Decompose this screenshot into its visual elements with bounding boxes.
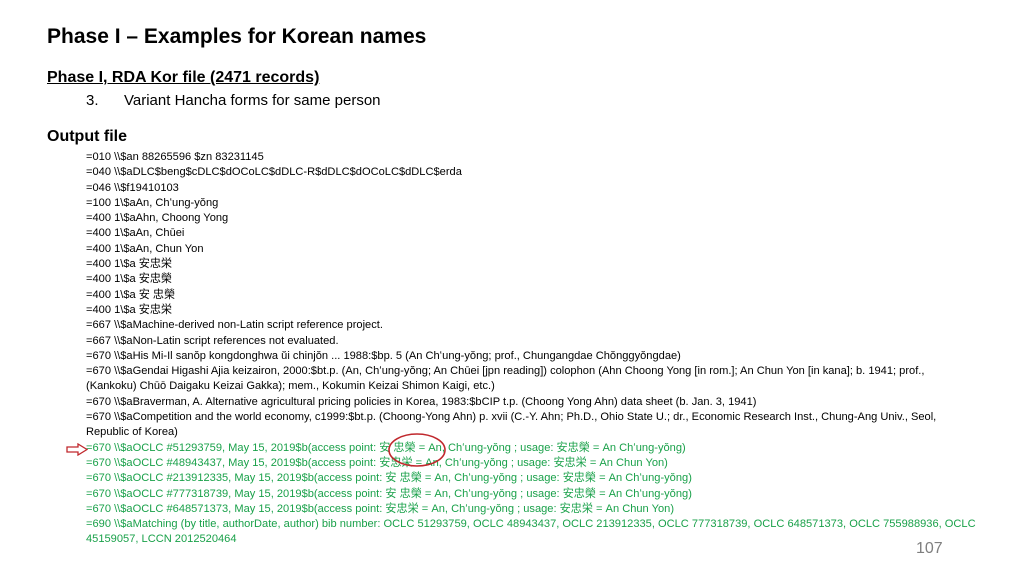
record-line: =670 \\$aBraverman, A. Alternative agric… — [86, 395, 757, 408]
record-line-highlighted: =670 \\$aOCLC #48943437, May 15, 2019$b(… — [86, 456, 668, 469]
numbered-item: 3. Variant Hancha forms for same person — [86, 92, 381, 109]
record-line-highlighted: =670 \\$aOCLC #51293759, May 15, 2019$b(… — [86, 441, 686, 454]
record-line: =046 \\$f19410103 — [86, 181, 179, 194]
record-line: =667 \\$aNon-Latin script references not… — [86, 334, 339, 347]
record-line: =040 \\$aDLC$beng$cDLC$dOCoLC$dDLC-R$dDL… — [86, 166, 462, 179]
record-line: =400 1\$aAhn, Choong Yong — [86, 212, 229, 225]
marc-record: =010 \\$an 88265596 $zn 83231145 =040 \\… — [86, 150, 976, 548]
highlight-circle-icon — [388, 433, 446, 467]
numbered-item-number: 3. — [86, 92, 99, 109]
output-heading: Output file — [47, 128, 127, 145]
record-line-highlighted: =670 \\$aOCLC #648571373, May 15, 2019$b… — [86, 502, 675, 515]
numbered-item-text: Variant Hancha forms for same person — [124, 92, 381, 109]
record-line: =400 1\$a 安 忠榮 — [86, 288, 176, 301]
record-line: =100 1\$aAn, Chʻung-yŏng — [86, 196, 219, 209]
record-line: =400 1\$a 安忠栄 — [86, 303, 173, 316]
record-line: =667 \\$aMachine-derived non-Latin scrip… — [86, 319, 383, 332]
pointer-arrow-icon — [66, 443, 88, 456]
record-line: =400 1\$aAn, Chūei — [86, 227, 185, 240]
record-line: =670 \\$aCompetition and the world econo… — [86, 411, 937, 439]
record-line: =670 \\$aGendai Higashi Ajia keizairon, … — [86, 365, 925, 393]
record-line-highlighted: =670 \\$aOCLC #777318739, May 15, 2019$b… — [86, 487, 692, 500]
section-heading: Phase I, RDA Kor file (2471 records) — [47, 69, 320, 86]
record-line-highlighted: =690 \\$aMatching (by title, authorDate,… — [86, 518, 976, 546]
page-number: 107 — [916, 540, 943, 557]
slide-title: Phase I – Examples for Korean names — [47, 25, 427, 48]
record-line: =670 \\$aHis Mi-Il sanŏp kongdonghwa ŭi … — [86, 349, 681, 362]
record-line-highlighted: =670 \\$aOCLC #213912335, May 15, 2019$b… — [86, 472, 692, 485]
record-line: =400 1\$aAn, Chun Yon — [86, 242, 204, 255]
record-line: =010 \\$an 88265596 $zn 83231145 — [86, 151, 264, 163]
record-line: =400 1\$a 安忠栄 — [86, 258, 173, 271]
record-line: =400 1\$a 安忠榮 — [86, 273, 173, 286]
